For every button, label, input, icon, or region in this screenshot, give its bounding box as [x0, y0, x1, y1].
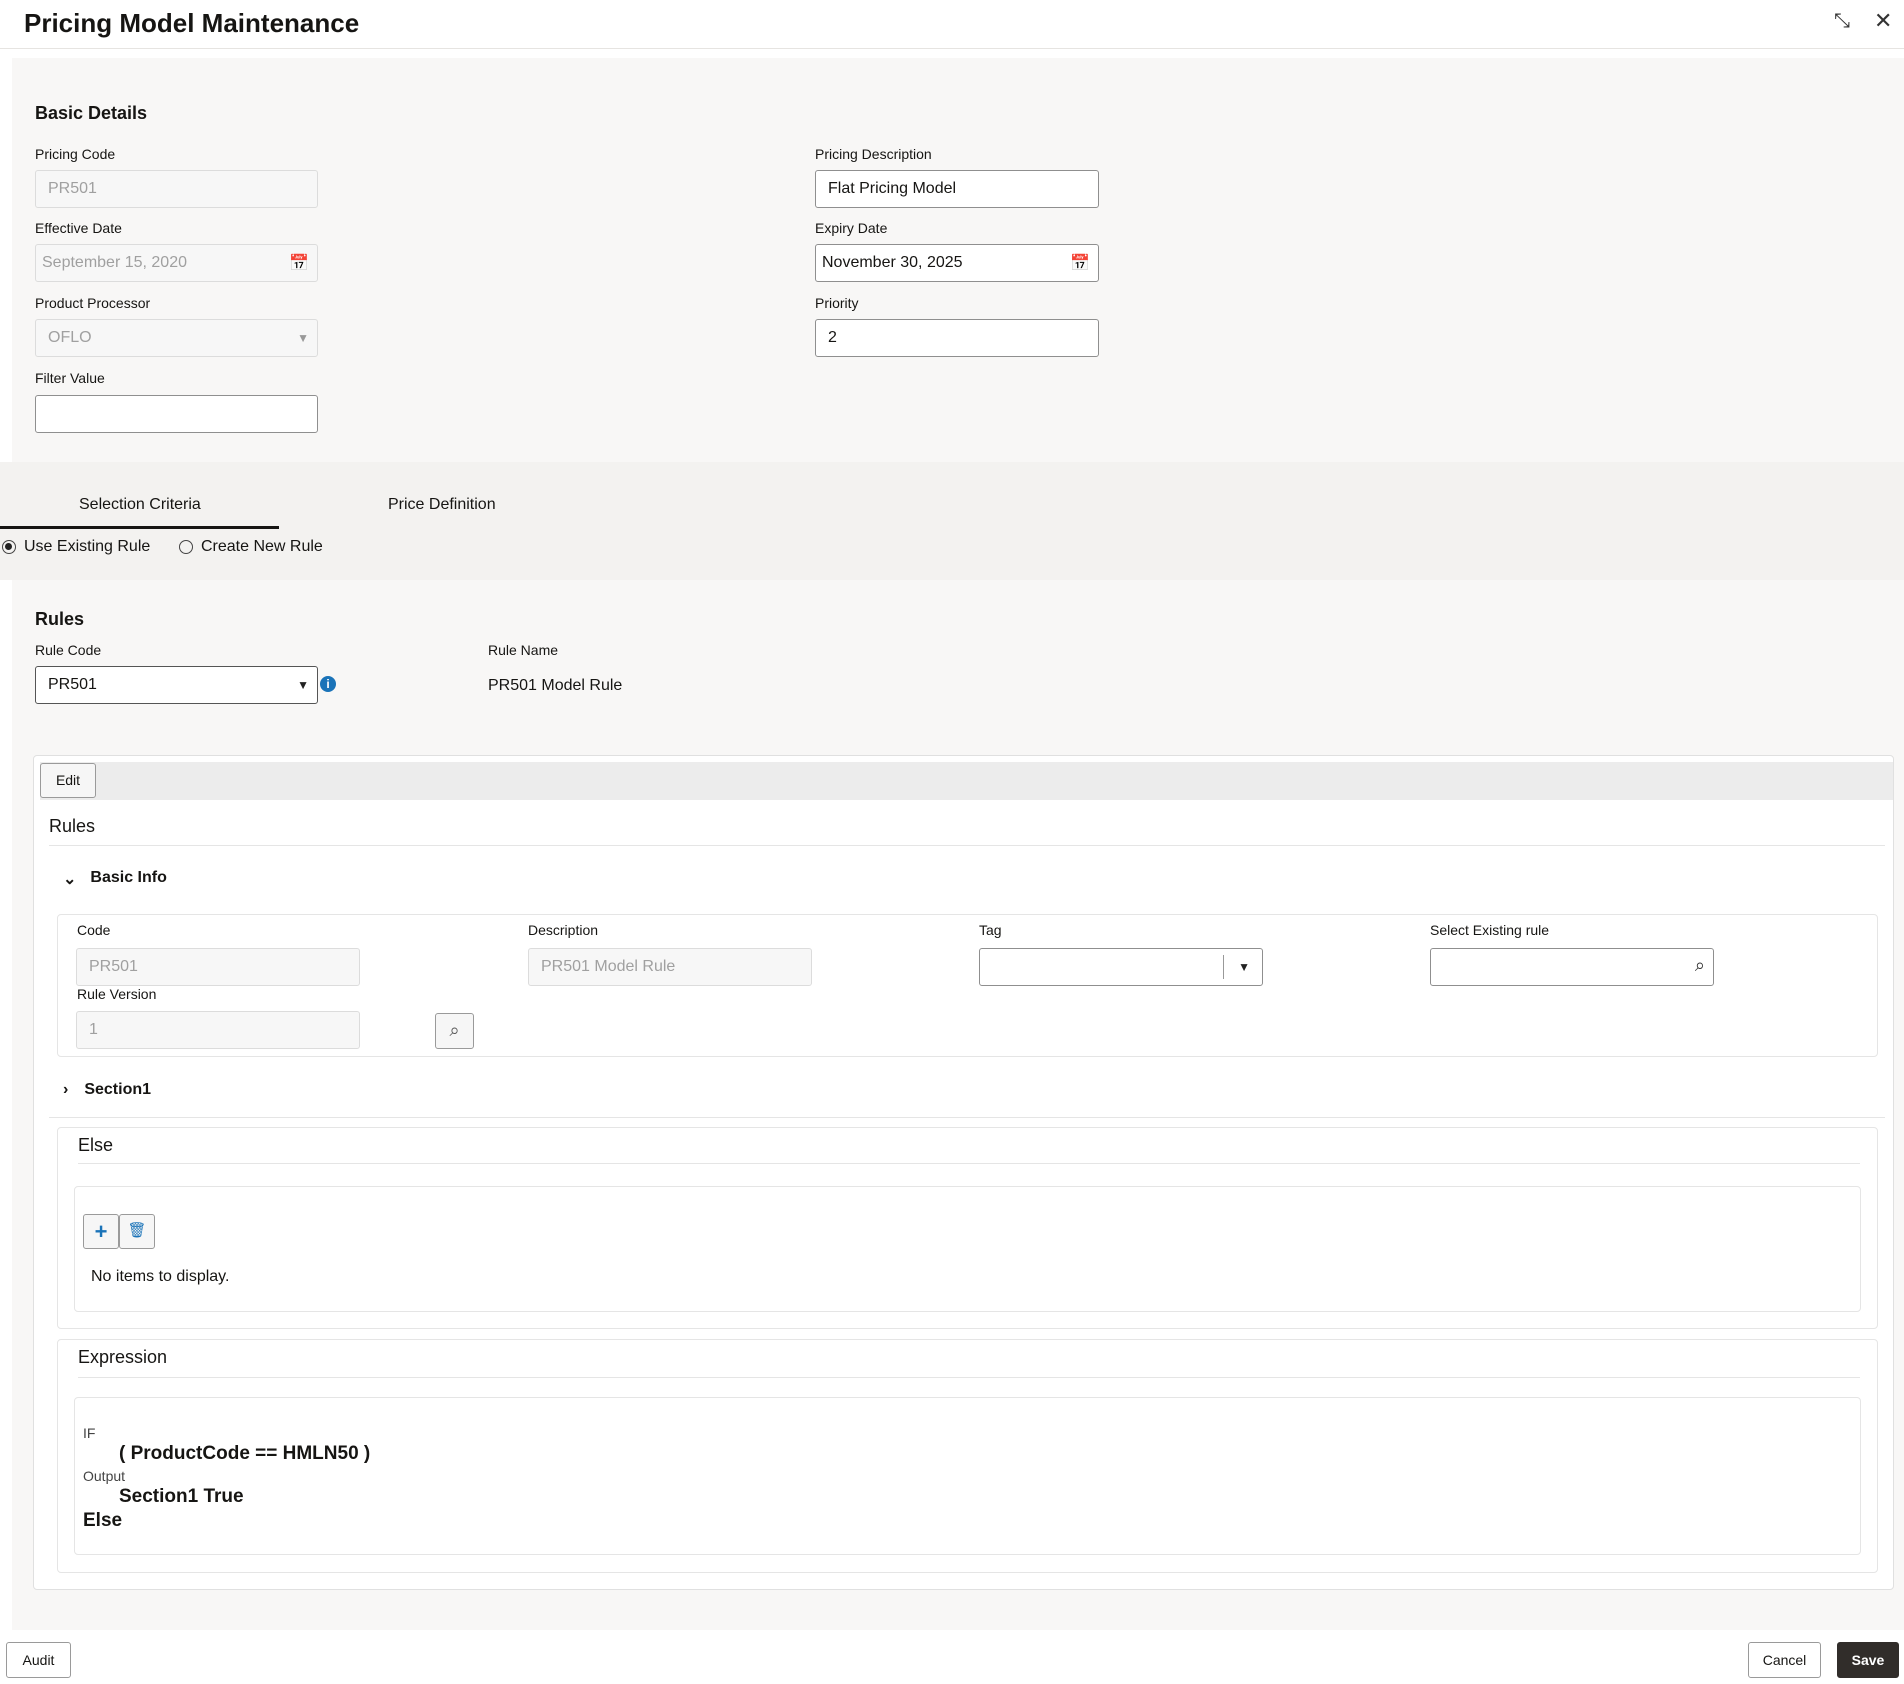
rule-version-input[interactable]: 1: [76, 1011, 360, 1049]
product-processor-value: OFLO: [48, 329, 92, 346]
product-processor-label: Product Processor: [35, 295, 151, 311]
rules-heading: Rules: [35, 609, 85, 629]
code-label: Code: [77, 922, 111, 938]
expiry-date-input[interactable]: November 30, 2025 📅: [815, 244, 1099, 282]
description-label: Description: [528, 922, 599, 938]
section1-toggle[interactable]: › Section1: [63, 1081, 151, 1099]
compress-icon[interactable]: ⤡: [1834, 10, 1850, 33]
rule-editor-heading: Rules: [49, 816, 96, 836]
expiry-date-value: November 30, 2025: [822, 254, 963, 271]
effective-date-label: Effective Date: [35, 220, 122, 236]
radio-selected[interactable]: [2, 540, 16, 554]
expression-content: [74, 1397, 1861, 1555]
tab-price-definition[interactable]: Price Definition: [388, 496, 496, 514]
empty-text: No items to display.: [91, 1268, 230, 1285]
close-icon[interactable]: ✕: [1874, 8, 1892, 34]
priority-input[interactable]: 2: [815, 319, 1099, 357]
search-icon: ⌕: [449, 1020, 460, 1040]
divider: [78, 1163, 1860, 1164]
add-button[interactable]: +: [83, 1214, 119, 1249]
tag-select[interactable]: ▼: [979, 948, 1263, 986]
cancel-button[interactable]: Cancel: [1748, 1642, 1821, 1678]
info-icon[interactable]: i: [320, 676, 336, 692]
if-label: IF: [83, 1425, 96, 1441]
priority-label: Priority: [815, 295, 859, 311]
radio-label: Create New Rule: [201, 538, 323, 555]
header-divider: [0, 48, 1904, 49]
calendar-icon[interactable]: 📅: [1070, 253, 1090, 273]
chevron-down-icon: ⌄: [63, 871, 77, 888]
condition-text: ( ProductCode == HMLN50 ): [119, 1443, 371, 1464]
tab-selection-criteria[interactable]: Selection Criteria: [79, 496, 201, 514]
pricing-description-input[interactable]: Flat Pricing Model: [815, 170, 1099, 208]
code-input[interactable]: PR501: [76, 948, 360, 986]
description-input[interactable]: PR501 Model Rule: [528, 948, 812, 986]
effective-date-input[interactable]: September 15, 2020 📅: [35, 244, 318, 282]
delete-button[interactable]: 🗑: [119, 1214, 155, 1249]
save-button[interactable]: Save: [1837, 1642, 1899, 1678]
select-existing-rule-label: Select Existing rule: [1430, 922, 1550, 938]
trash-icon: 🗑: [127, 1222, 147, 1239]
active-tab-indicator: [0, 526, 279, 529]
tabs-band: [0, 462, 1904, 580]
radio-use-existing-rule[interactable]: Use Existing Rule: [2, 538, 150, 556]
filter-value-input[interactable]: [35, 395, 318, 433]
chevron-down-icon: ▼: [297, 678, 309, 692]
rule-name-value: PR501 Model Rule: [488, 677, 623, 694]
select-existing-rule-input[interactable]: ⌕: [1430, 948, 1714, 986]
rule-version-label: Rule Version: [77, 986, 157, 1002]
chevron-down-icon: ▼: [1238, 960, 1250, 974]
divider: [49, 1117, 1885, 1118]
calendar-icon[interactable]: 📅: [289, 253, 309, 273]
else-label: Else: [83, 1510, 123, 1531]
expression-heading: Expression: [78, 1347, 168, 1367]
rule-editor-toolbar: [40, 762, 1893, 800]
effective-date-value: September 15, 2020: [42, 254, 187, 271]
rule-name-label: Rule Name: [488, 642, 559, 658]
product-processor-select[interactable]: OFLO ▼: [35, 319, 318, 357]
section1-heading: Section1: [84, 1081, 152, 1098]
rule-code-value: PR501: [48, 676, 97, 693]
basic-info-heading: Basic Info: [90, 869, 167, 886]
plus-icon: +: [94, 1219, 108, 1244]
rule-version-search-button[interactable]: ⌕: [435, 1013, 474, 1049]
expiry-date-label: Expiry Date: [815, 220, 888, 236]
divider: [1223, 955, 1224, 979]
pricing-description-label: Pricing Description: [815, 146, 932, 162]
rule-code-label: Rule Code: [35, 642, 102, 658]
radio-create-new-rule[interactable]: Create New Rule: [179, 538, 323, 556]
edit-button[interactable]: Edit: [40, 763, 96, 798]
divider: [78, 1377, 1860, 1378]
else-heading: Else: [78, 1135, 114, 1155]
basic-details-heading: Basic Details: [35, 103, 148, 123]
chevron-right-icon: ›: [63, 1081, 69, 1098]
pricing-code-input[interactable]: PR501: [35, 170, 318, 208]
divider: [49, 845, 1885, 846]
else-items-box: [74, 1186, 1861, 1312]
page-title: Pricing Model Maintenance: [24, 8, 360, 38]
pricing-code-label: Pricing Code: [35, 146, 116, 162]
radio-label: Use Existing Rule: [24, 538, 151, 555]
output-value: Section1 True: [119, 1486, 244, 1507]
basic-info-toggle[interactable]: ⌄ Basic Info: [63, 869, 167, 889]
search-icon[interactable]: ⌕: [1695, 955, 1705, 976]
rule-code-select[interactable]: PR501 ▼: [35, 666, 318, 704]
radio-unselected[interactable]: [179, 540, 193, 554]
filter-value-label: Filter Value: [35, 370, 105, 386]
output-label: Output: [83, 1468, 126, 1484]
tag-label: Tag: [979, 922, 1002, 938]
chevron-down-icon: ▼: [297, 331, 309, 345]
audit-button[interactable]: Audit: [6, 1642, 71, 1678]
